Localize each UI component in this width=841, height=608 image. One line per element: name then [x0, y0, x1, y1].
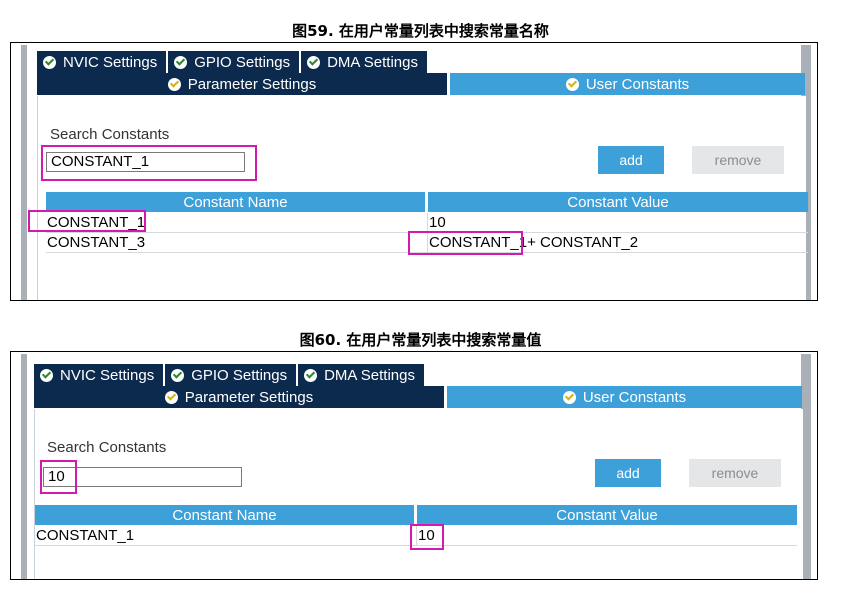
name-highlight-box	[28, 210, 146, 232]
subtab-label: Parameter Settings	[184, 388, 314, 406]
tab-dma-settings[interactable]: DMA Settings	[298, 364, 424, 386]
settings-tab-row: NVIC Settings GPIO Settings DMA Settings	[34, 364, 424, 386]
constants-table-header: Constant Name Constant Value	[35, 505, 797, 525]
check-circle-icon	[562, 390, 576, 404]
search-constants-label: Search Constants	[50, 126, 170, 143]
check-circle-icon	[307, 55, 321, 69]
constant-name-cell: CONSTANT_3	[46, 233, 428, 252]
constant-value-cell: 10	[418, 527, 435, 544]
search-highlight-box	[40, 460, 77, 494]
column-header-constant-name[interactable]: Constant Name	[35, 505, 414, 525]
remove-button[interactable]: remove	[692, 146, 784, 174]
subtab-label: User Constants	[585, 75, 690, 93]
add-button[interactable]: add	[598, 146, 664, 174]
user-constants-panel: Search Constants 10 add remove Constant …	[34, 409, 803, 579]
column-header-constant-name[interactable]: Constant Name	[46, 192, 425, 212]
search-constants-label: Search Constants	[47, 439, 167, 456]
check-circle-icon	[171, 368, 185, 382]
check-circle-icon	[565, 77, 579, 91]
search-highlight-box	[41, 145, 257, 181]
left-scroll-edge	[21, 354, 27, 579]
tab-nvic-settings[interactable]: NVIC Settings	[37, 51, 169, 73]
table-row[interactable]: CONSTANT_1 10	[46, 213, 808, 233]
add-button[interactable]: add	[595, 459, 661, 487]
subtab-label: User Constants	[582, 388, 687, 406]
check-circle-icon	[167, 77, 181, 91]
check-circle-icon	[40, 368, 53, 382]
check-circle-icon	[174, 55, 188, 69]
subtab-label: Parameter Settings	[187, 75, 317, 93]
tab-label: GPIO Settings	[194, 53, 291, 71]
config-subtab-row: Parameter Settings User Constants	[34, 386, 802, 408]
figure-caption-59: 图59. 在用户常量列表中搜索常量名称	[292, 22, 549, 40]
column-header-constant-value[interactable]: Constant Value	[428, 192, 808, 212]
user-constants-panel: Search Constants CONSTANT_1 add remove C…	[37, 96, 808, 300]
tab-dma-settings[interactable]: DMA Settings	[301, 51, 427, 73]
tab-label: NVIC Settings	[63, 53, 158, 71]
check-circle-icon	[304, 368, 318, 382]
tab-label: NVIC Settings	[60, 366, 155, 384]
tab-gpio-settings[interactable]: GPIO Settings	[168, 51, 302, 73]
figure-caption-60: 图60. 在用户常量列表中搜索常量值	[299, 331, 542, 349]
constant-name-cell: CONSTANT_1	[35, 526, 417, 545]
left-scroll-edge	[21, 45, 27, 300]
settings-tab-row: NVIC Settings GPIO Settings DMA Settings	[37, 51, 427, 73]
tab-nvic-settings[interactable]: NVIC Settings	[34, 364, 166, 386]
constant-value-cell: 10	[429, 214, 446, 231]
tab-parameter-settings[interactable]: Parameter Settings	[37, 73, 447, 95]
tab-gpio-settings[interactable]: GPIO Settings	[165, 364, 299, 386]
constants-table-header: Constant Name Constant Value	[46, 192, 808, 212]
tab-label: DMA Settings	[327, 53, 418, 71]
tab-user-constants[interactable]: User Constants	[447, 386, 802, 408]
tab-parameter-settings[interactable]: Parameter Settings	[34, 386, 444, 408]
tab-label: GPIO Settings	[191, 366, 288, 384]
check-circle-icon	[164, 390, 178, 404]
value-highlight-box	[410, 524, 444, 550]
value-highlight-box	[408, 231, 523, 255]
tab-label: DMA Settings	[324, 366, 415, 384]
column-header-constant-value[interactable]: Constant Value	[417, 505, 797, 525]
tab-user-constants[interactable]: User Constants	[450, 73, 805, 95]
remove-button[interactable]: remove	[689, 459, 781, 487]
check-circle-icon	[43, 55, 56, 69]
config-subtab-row: Parameter Settings User Constants	[37, 73, 805, 95]
